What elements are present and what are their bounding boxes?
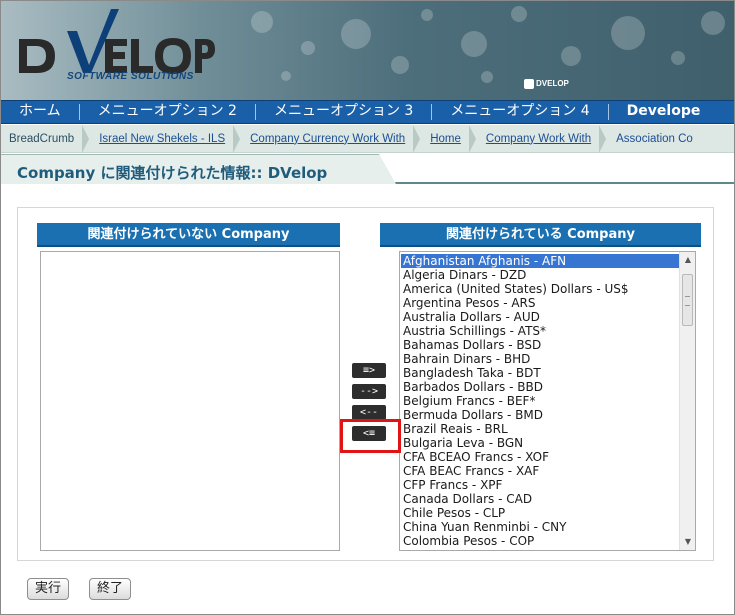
- breadcrumb-separator: [233, 125, 241, 152]
- associated-header: 関連付けられている Company: [380, 223, 701, 247]
- list-item[interactable]: Chile Pesos - CLP: [401, 506, 679, 520]
- breadcrumb-separator: [468, 125, 476, 152]
- list-item[interactable]: America (United States) Dollars - US$: [401, 282, 679, 296]
- association-panel: 関連付けられていない Company 関連付けられている Company Afg…: [17, 207, 714, 561]
- list-item[interactable]: Canada Dollars - CAD: [401, 492, 679, 506]
- list-item[interactable]: CFA BEAC Francs - XAF: [401, 464, 679, 478]
- breadcrumb-link-israel-shekels[interactable]: Israel New Shekels - ILS: [91, 125, 233, 152]
- badge-icon: [524, 79, 534, 89]
- list-item[interactable]: Algeria Dinars - DZD: [401, 268, 679, 282]
- app-frame: SOFTWARE SOLUTIONS DVELOP ホーム メニューオプション …: [0, 0, 735, 615]
- unassociated-header: 関連付けられていない Company: [37, 223, 340, 247]
- associated-list-items: Afghanistan Afghanis - AFN Algeria Dinars…: [401, 254, 679, 548]
- run-button[interactable]: 実行: [27, 578, 69, 600]
- remove-one-button[interactable]: <--: [352, 405, 386, 420]
- breadcrumb-separator: [599, 125, 607, 152]
- list-item[interactable]: Bahamas Dollars - BSD: [401, 338, 679, 352]
- title-bar: Company に関連付けられた情報:: DVelop: [1, 154, 734, 184]
- breadcrumb-link-company-currency[interactable]: Company Currency Work With: [242, 125, 413, 152]
- scroll-up-icon[interactable]: ▲: [680, 252, 695, 268]
- logo-subtitle: SOFTWARE SOLUTIONS: [67, 71, 194, 82]
- nav-item-home[interactable]: ホーム: [1, 101, 79, 123]
- list-item[interactable]: Barbados Dollars - BBD: [401, 380, 679, 394]
- breadcrumb: BreadCrumb Israel New Shekels - ILS Comp…: [1, 125, 734, 153]
- breadcrumb-separator: [413, 125, 421, 152]
- list-item[interactable]: Bangladesh Taka - BDT: [401, 366, 679, 380]
- nav-item-menu-option-4[interactable]: メニューオプション 4: [432, 101, 607, 123]
- associated-list[interactable]: Afghanistan Afghanis - AFN Algeria Dinars…: [399, 251, 696, 551]
- list-item[interactable]: Colombia Pesos - COP: [401, 534, 679, 548]
- add-one-button[interactable]: -->: [352, 384, 386, 399]
- mini-logo: DVELOP: [524, 79, 584, 95]
- breadcrumb-current: Association Co: [616, 132, 693, 145]
- list-item[interactable]: Afghanistan Afghanis - AFN: [401, 254, 679, 268]
- highlight-box: [340, 419, 401, 453]
- breadcrumb-separator: [82, 125, 90, 152]
- list-item[interactable]: Bulgaria Leva - BGN: [401, 436, 679, 450]
- breadcrumb-label: BreadCrumb: [9, 132, 75, 145]
- list-item[interactable]: Australia Dollars - AUD: [401, 310, 679, 324]
- list-item[interactable]: Brazil Reais - BRL: [401, 422, 679, 436]
- breadcrumb-link-company-work-with[interactable]: Company Work With: [478, 125, 599, 152]
- list-item[interactable]: China Yuan Renminbi - CNY: [401, 520, 679, 534]
- list-item[interactable]: Bahrain Dinars - BHD: [401, 352, 679, 366]
- scroll-thumb[interactable]: [682, 274, 693, 326]
- breadcrumb-link-home[interactable]: Home: [422, 125, 469, 152]
- add-all-button[interactable]: ≡>: [352, 363, 386, 378]
- list-item[interactable]: Argentina Pesos - ARS: [401, 296, 679, 310]
- main-nav: ホーム メニューオプション 2 メニューオプション 3 メニューオプション 4 …: [1, 100, 734, 124]
- unassociated-list[interactable]: [40, 251, 340, 551]
- list-item[interactable]: Bermuda Dollars - BMD: [401, 408, 679, 422]
- list-item[interactable]: Austria Schillings - ATS*: [401, 324, 679, 338]
- end-button[interactable]: 終了: [89, 578, 131, 600]
- nav-item-menu-option-2[interactable]: メニューオプション 2: [80, 101, 255, 123]
- header-banner: SOFTWARE SOLUTIONS DVELOP: [1, 1, 734, 100]
- list-item[interactable]: CFA BCEAO Francs - XOF: [401, 450, 679, 464]
- list-scrollbar[interactable]: ▲ ▼: [679, 252, 695, 550]
- page-title: Company に関連付けられた情報:: DVelop: [17, 164, 328, 182]
- list-item[interactable]: CFP Francs - XPF: [401, 478, 679, 492]
- nav-item-developer[interactable]: Develope: [609, 101, 719, 123]
- list-item[interactable]: Belgium Francs - BEF*: [401, 394, 679, 408]
- scroll-down-icon[interactable]: ▼: [680, 534, 695, 550]
- nav-item-menu-option-3[interactable]: メニューオプション 3: [256, 101, 431, 123]
